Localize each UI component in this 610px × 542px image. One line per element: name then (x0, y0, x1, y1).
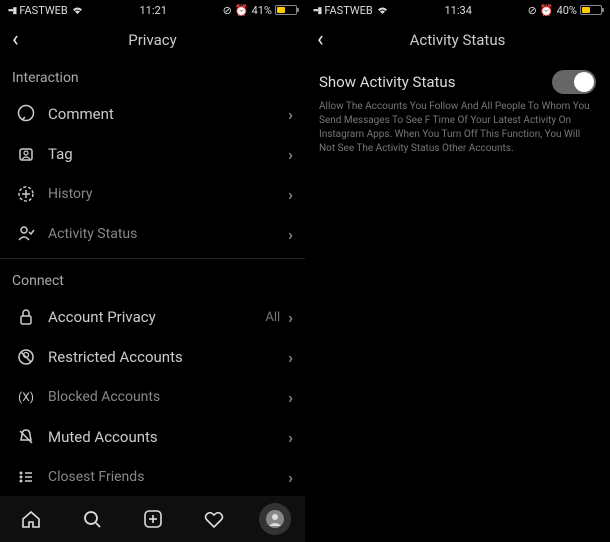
battery-percent: 41% (252, 4, 272, 17)
row-label: Closest Friends (38, 469, 288, 485)
rotation-lock-icon: ⊘ (528, 4, 537, 17)
section-connect: Connect (0, 263, 305, 297)
chevron-right-icon: › (288, 388, 293, 407)
carrier-label: FASTWEB (324, 4, 372, 17)
alarm-icon: ⏰ (235, 4, 249, 17)
row-history[interactable]: History › (0, 174, 305, 214)
activity-status-toggle[interactable] (552, 70, 596, 94)
activity-heart-icon[interactable] (198, 503, 230, 535)
row-blocked-accounts[interactable]: (X) Blocked Accounts › (0, 377, 305, 417)
status-bar: ▪▪▮ FASTWEB 11:21 ⊘ ⏰ 41% (0, 0, 305, 20)
chevron-right-icon: › (288, 185, 293, 204)
chevron-right-icon: › (288, 468, 293, 487)
row-comment[interactable]: Comment › (0, 94, 305, 134)
page-title: Activity Status (305, 31, 610, 49)
tag-icon (14, 144, 38, 164)
muted-icon (14, 427, 38, 447)
chevron-right-icon: › (288, 308, 293, 327)
wifi-icon (71, 5, 84, 15)
toggle-label: Show Activity Status (319, 73, 455, 91)
alarm-icon: ⏰ (540, 4, 554, 17)
row-label: Tag (38, 145, 288, 163)
bottom-nav (0, 496, 305, 542)
battery-icon (580, 5, 602, 15)
show-activity-toggle-row: Show Activity Status (305, 60, 610, 98)
comment-icon (14, 104, 38, 124)
activity-status-icon (14, 224, 38, 244)
page-title: Privacy (0, 31, 305, 49)
toggle-description: Allow The Accounts You Follow And All Pe… (305, 98, 610, 166)
activity-status-screen: ▪▪▮ FASTWEB 11:34 ⊘ ⏰ 40% ‹ Activity Sta… (305, 0, 610, 542)
row-label: Activity Status (38, 226, 288, 242)
battery-icon (275, 5, 297, 15)
row-activity-status[interactable]: Activity Status › (0, 214, 305, 254)
navbar: ‹ Privacy (0, 20, 305, 60)
list-icon (14, 467, 38, 487)
chevron-right-icon: › (288, 428, 293, 447)
back-button[interactable]: ‹ (12, 29, 19, 51)
rotation-lock-icon: ⊘ (223, 4, 232, 17)
home-icon[interactable] (15, 503, 47, 535)
navbar: ‹ Activity Status (305, 20, 610, 60)
carrier-label: FASTWEB (19, 4, 67, 17)
search-icon[interactable] (76, 503, 108, 535)
row-label: Blocked Accounts (38, 389, 288, 405)
history-icon (14, 184, 38, 204)
restricted-icon (14, 347, 38, 367)
row-tag[interactable]: Tag › (0, 134, 305, 174)
battery-percent: 40% (557, 4, 577, 17)
chevron-right-icon: › (288, 348, 293, 367)
back-button[interactable]: ‹ (317, 29, 324, 51)
row-muted-accounts[interactable]: Muted Accounts › (0, 417, 305, 457)
lock-icon (14, 307, 38, 327)
row-label: History (38, 186, 288, 202)
time-label: 11:21 (139, 4, 166, 17)
chevron-right-icon: › (288, 105, 293, 124)
divider (0, 258, 305, 259)
row-label: Restricted Accounts (38, 348, 288, 366)
chevron-right-icon: › (288, 225, 293, 244)
row-label: Comment (38, 105, 288, 123)
privacy-screen: ▪▪▮ FASTWEB 11:21 ⊘ ⏰ 41% ‹ Privacy Inte… (0, 0, 305, 542)
row-account-privacy[interactable]: Account Privacy All › (0, 297, 305, 337)
blocked-icon: (X) (14, 390, 38, 404)
row-restricted-accounts[interactable]: Restricted Accounts › (0, 337, 305, 377)
chevron-right-icon: › (288, 145, 293, 164)
wifi-icon (376, 5, 389, 15)
time-label: 11:34 (444, 4, 471, 17)
section-interaction: Interaction (0, 60, 305, 94)
signal-icon: ▪▪▮ (8, 5, 16, 16)
profile-icon[interactable] (259, 503, 291, 535)
add-post-icon[interactable] (137, 503, 169, 535)
row-label: Account Privacy (38, 308, 265, 326)
row-label: Muted Accounts (38, 428, 288, 446)
row-value: All (265, 310, 280, 325)
status-bar: ▪▪▮ FASTWEB 11:34 ⊘ ⏰ 40% (305, 0, 610, 20)
signal-icon: ▪▪▮ (313, 5, 321, 16)
row-closest-friends[interactable]: Closest Friends › (0, 457, 305, 497)
